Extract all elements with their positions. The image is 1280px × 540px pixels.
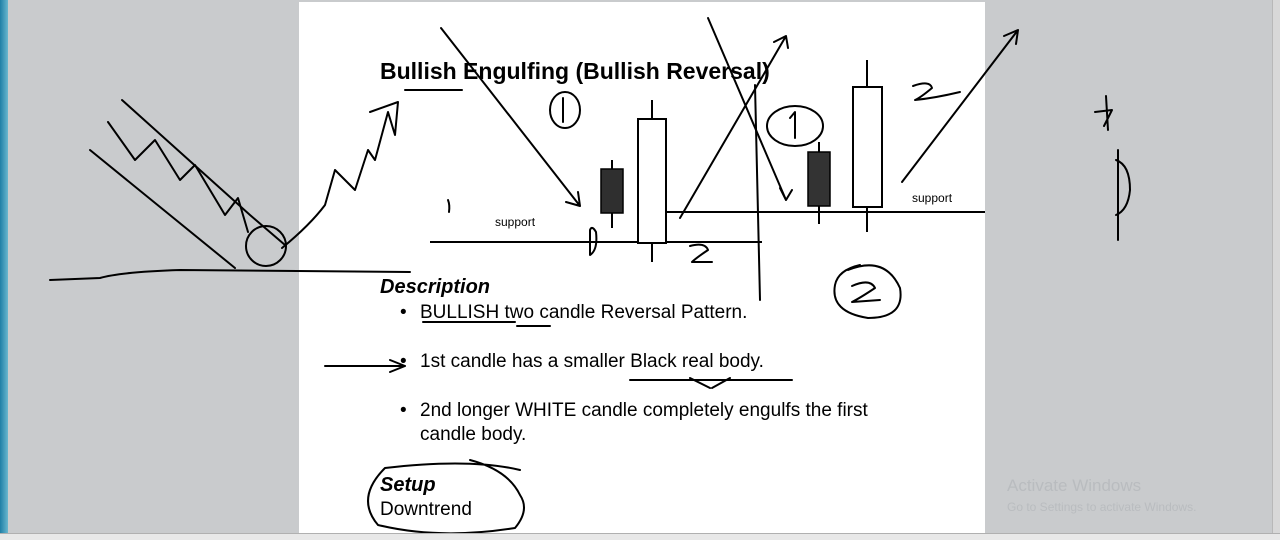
ink-arrow-up — [679, 35, 789, 219]
ink-tick — [447, 199, 451, 213]
ink-two-right — [912, 82, 961, 101]
activate-windows-subtitle: Go to Settings to activate Windows. — [1007, 500, 1197, 514]
ink-annotations — [49, 17, 1131, 535]
ink-arrow-down-left — [440, 27, 581, 207]
ink-candle-right — [1115, 149, 1131, 241]
ink-arrow-up-right — [901, 29, 1019, 183]
ink-seven — [1094, 95, 1113, 131]
ink-circle-two — [833, 264, 902, 319]
ink-channel-bottom — [89, 149, 236, 269]
ink-zigzag — [107, 121, 249, 233]
ink-underline-black — [629, 377, 793, 389]
ink-two-left — [689, 243, 713, 263]
ink-setup-circle — [367, 459, 525, 535]
ink-rally — [281, 101, 399, 249]
ink-baseline — [49, 269, 411, 281]
ink-arrow-bullet — [324, 359, 406, 373]
ink-circle-one — [549, 91, 581, 129]
ink-circle-bottom — [245, 225, 287, 267]
activate-windows-title: Activate Windows — [1007, 476, 1142, 495]
ink-channel-top — [121, 99, 286, 246]
ink-zero — [589, 226, 598, 256]
ink-vertical-line — [754, 84, 761, 301]
